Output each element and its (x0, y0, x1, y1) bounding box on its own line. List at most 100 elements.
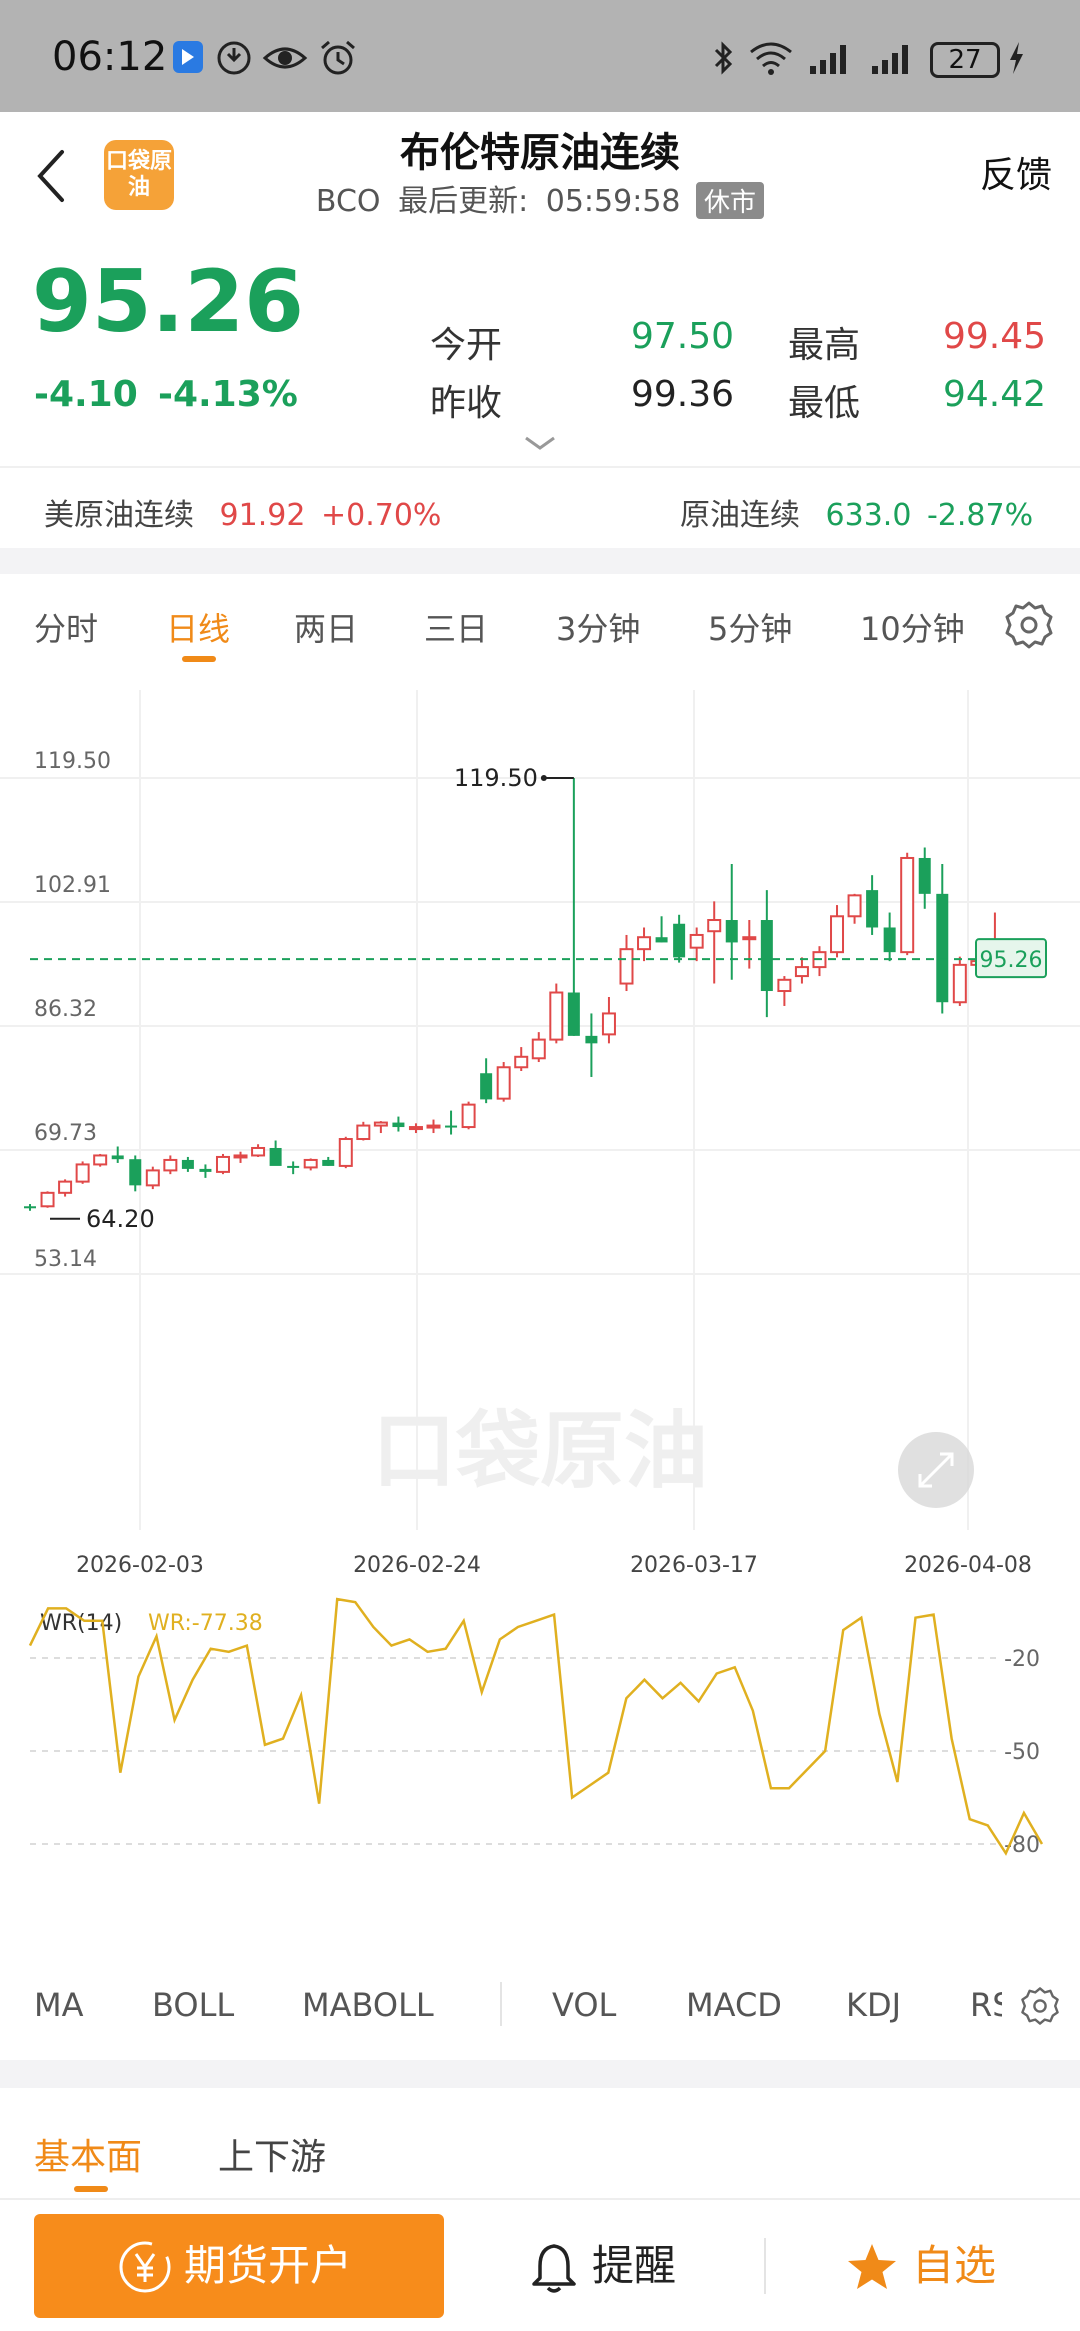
candle-body (58, 1180, 73, 1194)
candle-body (866, 890, 879, 928)
candle-body (322, 1159, 335, 1166)
data-saver-icon (217, 41, 251, 75)
feedback-button[interactable]: 反馈 (980, 146, 1052, 198)
max-price-label: 119.50 (454, 764, 538, 792)
star-icon (848, 2244, 896, 2289)
wr-value: WR:-77.38 (148, 1611, 263, 1636)
section-divider (0, 2060, 1080, 2088)
remind-label: 提醒 (592, 2241, 677, 2290)
candle-body (585, 1035, 598, 1044)
candle-body (900, 856, 915, 954)
active-tab-indicator (74, 2186, 108, 2192)
indicator-tab-vol[interactable]: VOL (552, 1986, 616, 2024)
wr-indicator-chart: WR(14) WR:-77.38-20-50-80 (28, 1597, 1044, 1858)
candle-body (742, 936, 757, 941)
candle-body (777, 978, 792, 993)
candle-body (445, 1125, 458, 1128)
related-change: -2.87% (926, 498, 1034, 533)
bottom-action-bar: 期货开户 提醒 自选 (0, 2198, 1080, 2331)
candle-body (233, 1154, 248, 1159)
tab-two-day[interactable]: 两日 (294, 604, 358, 650)
tab-daily[interactable]: 日线 (166, 604, 230, 650)
related-item-crude[interactable]: 原油连续 633.0 -2.87% (680, 490, 1033, 534)
candle-body (567, 992, 580, 1036)
content-tabs: 基本面 上下游 (0, 2088, 1080, 2198)
candle-body (461, 1103, 476, 1129)
tab-fundamentals[interactable]: 基本面 (34, 2128, 142, 2180)
action-divider (764, 2238, 766, 2294)
watermark: 口袋原油 (372, 1402, 708, 1500)
open-account-button[interactable]: 期货开户 (34, 2214, 444, 2318)
header: 口袋原油 布伦特原油连续 BCO 最后更新: 05:59:58 休市 反馈 (0, 112, 1080, 234)
y-tick-label: 102.91 (34, 873, 111, 898)
gear-icon[interactable] (1020, 1986, 1060, 2026)
x-tick-label: 2026-04-08 (904, 1553, 1032, 1578)
tab-supply-chain[interactable]: 上下游 (218, 2128, 326, 2180)
x-tick-label: 2026-02-24 (353, 1553, 481, 1578)
indicator-tabs: MA BOLL MABOLL VOL MACD KDJ RS (0, 1968, 1080, 2048)
price-change: -4.10 (34, 374, 138, 415)
candle-body (883, 927, 896, 953)
candle-body (40, 1191, 55, 1208)
indicator-tab-kdj[interactable]: KDJ (846, 1986, 901, 2024)
high-label: 最高 (788, 325, 861, 366)
y-tick-label: 86.32 (34, 997, 97, 1022)
status-bar: 06:12 27 (0, 0, 1080, 112)
candle-body (373, 1121, 388, 1127)
low-label: 最低 (788, 383, 861, 424)
candle-body (601, 1012, 616, 1036)
candle-body (269, 1147, 282, 1166)
battery-level: 27 (930, 42, 1000, 78)
tab-5-min[interactable]: 5分钟 (708, 604, 792, 650)
min-price-label: 64.20 (86, 1205, 155, 1233)
related-item-us-crude[interactable]: 美原油连续 91.92 +0.70% (44, 490, 441, 534)
updated-time: 05:59:58 (545, 184, 681, 219)
tab-three-day[interactable]: 三日 (424, 604, 488, 650)
remind-button[interactable]: 提醒 (520, 2214, 750, 2318)
wr-tick-label: -50 (1004, 1740, 1040, 1765)
chevron-down-icon[interactable] (522, 434, 558, 452)
y-tick-label: 69.73 (34, 1121, 97, 1146)
candle-body (93, 1154, 108, 1166)
candle-body (637, 936, 652, 951)
indicator-tab-rsi[interactable]: RS (970, 1986, 1002, 2024)
wifi-icon (750, 42, 792, 75)
wr-tick-label: -20 (1004, 1647, 1040, 1672)
status-time: 06:12 (52, 34, 168, 80)
tab-3-min[interactable]: 3分钟 (556, 604, 640, 650)
price-change-percent: -4.13% (158, 374, 298, 415)
candle-body (199, 1168, 212, 1172)
gear-icon[interactable] (1004, 600, 1054, 650)
max-annotation-dot (540, 775, 547, 781)
candle-body (549, 991, 564, 1041)
candle-body (111, 1155, 124, 1160)
candlestick-chart[interactable]: 119.50 102.91 86.32 69.73 53.14 2026-02-03 202… (0, 690, 1080, 1590)
candle-body (163, 1158, 178, 1172)
open-account-label: 期货开户 (184, 2241, 353, 2290)
candle-body (129, 1159, 142, 1186)
open-value: 97.50 (630, 316, 734, 357)
last-price: 95.26 (32, 252, 305, 352)
quote-subtitle: BCO 最后更新: 05:59:58 休市 (0, 176, 1080, 220)
open-label: 今开 (430, 325, 503, 366)
candle-body (496, 1066, 511, 1100)
candle-body (356, 1124, 371, 1141)
related-change: +0.70% (320, 498, 442, 533)
x-tick-label: 2026-02-03 (76, 1553, 204, 1578)
candle-body (936, 893, 949, 1003)
candle-body (689, 933, 704, 949)
yen-icon (119, 2241, 171, 2293)
candle-body (918, 857, 931, 894)
indicator-tab-maboll[interactable]: MABOLL (302, 1986, 434, 2024)
add-to-watchlist-button[interactable]: 自选 (840, 2214, 1040, 2318)
indicator-tab-boll[interactable]: BOLL (152, 1986, 234, 2024)
candle-body (952, 963, 967, 1004)
tab-intraday[interactable]: 分时 (34, 604, 98, 650)
tab-10-min[interactable]: 10分钟 (860, 604, 965, 650)
related-futures-row: 美原油连续 91.92 +0.70% 原油连续 633.0 -2.87% (0, 466, 1080, 546)
candle-body (181, 1159, 194, 1169)
candle-body (480, 1073, 493, 1100)
indicator-tab-ma[interactable]: MA (34, 1986, 84, 2024)
indicator-tab-macd[interactable]: MACD (686, 1986, 782, 2024)
candle-body (707, 919, 722, 933)
